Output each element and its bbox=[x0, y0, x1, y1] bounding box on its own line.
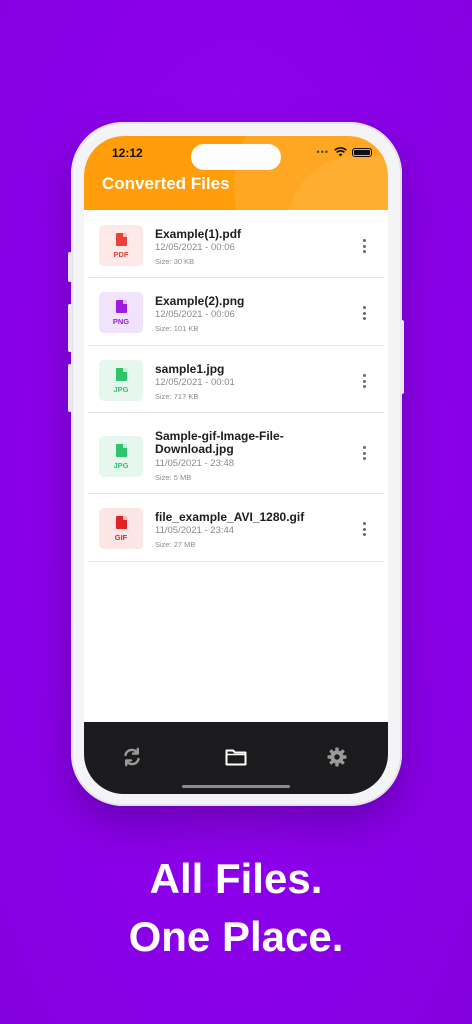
tagline-line-2: One Place. bbox=[128, 913, 344, 960]
file-date: 12/05/2021 - 00:01 bbox=[155, 377, 235, 388]
bottom-tab-bar bbox=[84, 722, 388, 794]
file-type-badge: JPG bbox=[99, 360, 143, 401]
file-row[interactable]: JPG sample1.jpg 12/05/2021 - 00:01 Size:… bbox=[88, 346, 384, 413]
file-name: Sample-gif-Image-File-Download.jpg bbox=[155, 429, 284, 456]
file-size: Size: 30 KB bbox=[155, 257, 195, 266]
status-time: 12:12 bbox=[112, 146, 143, 160]
home-indicator bbox=[182, 785, 290, 788]
status-icons: ••• bbox=[317, 147, 372, 157]
more-options-icon[interactable] bbox=[362, 374, 366, 388]
file-name: Example(2).png bbox=[155, 294, 245, 308]
file-type-label: JPG bbox=[113, 460, 129, 470]
tab-convert[interactable] bbox=[117, 742, 147, 772]
file-type-label: GIF bbox=[114, 532, 128, 542]
document-icon bbox=[115, 515, 127, 529]
app-header: 12:12 ••• Converted Files bbox=[84, 136, 388, 210]
file-type-badge: JPG bbox=[99, 436, 143, 477]
folder-icon bbox=[225, 749, 247, 766]
page-title: Converted Files bbox=[102, 174, 230, 193]
file-type-label: PDF bbox=[113, 249, 129, 259]
file-row[interactable]: GIF file_example_AVI_1280.gif 11/05/2021… bbox=[88, 494, 384, 562]
file-date: 12/05/2021 - 00:06 bbox=[155, 309, 235, 320]
refresh-icon bbox=[124, 747, 140, 767]
file-row[interactable]: PNG Example(2).png 12/05/2021 - 00:06 Si… bbox=[88, 278, 384, 346]
dynamic-island bbox=[191, 144, 281, 170]
document-icon bbox=[115, 443, 127, 457]
document-icon bbox=[115, 367, 127, 381]
more-options-icon[interactable] bbox=[362, 446, 366, 460]
file-size: Size: 27 MB bbox=[155, 540, 196, 549]
more-options-icon[interactable] bbox=[362, 239, 366, 253]
more-options-icon[interactable] bbox=[362, 306, 366, 320]
volume-up-button bbox=[68, 304, 72, 352]
file-size: Size: 5 MB bbox=[155, 473, 192, 482]
more-options-icon[interactable] bbox=[362, 522, 366, 536]
file-name: Example(1).pdf bbox=[155, 227, 242, 241]
file-type-badge: GIF bbox=[99, 508, 143, 549]
phone-screen: 12:12 ••• Converted Files PDF Example(1)… bbox=[84, 136, 388, 794]
tab-files[interactable] bbox=[221, 742, 251, 772]
file-type-badge: PDF bbox=[99, 225, 143, 266]
file-name: sample1.jpg bbox=[155, 362, 225, 376]
file-type-badge: PNG bbox=[99, 292, 143, 333]
file-name: file_example_AVI_1280.gif bbox=[155, 510, 305, 524]
file-date: 11/05/2021 - 23:44 bbox=[155, 525, 235, 536]
settings-icon bbox=[327, 747, 347, 767]
file-size: Size: 101 KB bbox=[155, 324, 199, 333]
signal-icon: ••• bbox=[316, 147, 329, 157]
wifi-icon bbox=[334, 147, 347, 157]
file-size: Size: 717 KB bbox=[155, 392, 199, 401]
tagline-line-1: All Files. bbox=[149, 855, 323, 902]
file-date: 11/05/2021 - 23:48 bbox=[155, 458, 235, 469]
battery-icon bbox=[352, 147, 372, 157]
file-list: PDF Example(1).pdf 12/05/2021 - 00:06 Si… bbox=[84, 211, 388, 562]
volume-down-button bbox=[68, 364, 72, 412]
file-row[interactable]: JPG Sample-gif-Image-File-Download.jpg 1… bbox=[88, 413, 384, 494]
tab-settings[interactable] bbox=[322, 742, 352, 772]
power-button bbox=[400, 320, 404, 394]
document-icon bbox=[115, 232, 127, 246]
file-type-label: PNG bbox=[112, 316, 130, 326]
document-icon bbox=[115, 299, 127, 313]
mute-switch bbox=[68, 252, 72, 282]
file-type-label: JPG bbox=[113, 384, 129, 394]
file-date: 12/05/2021 - 00:06 bbox=[155, 242, 235, 253]
file-row[interactable]: PDF Example(1).pdf 12/05/2021 - 00:06 Si… bbox=[88, 211, 384, 278]
